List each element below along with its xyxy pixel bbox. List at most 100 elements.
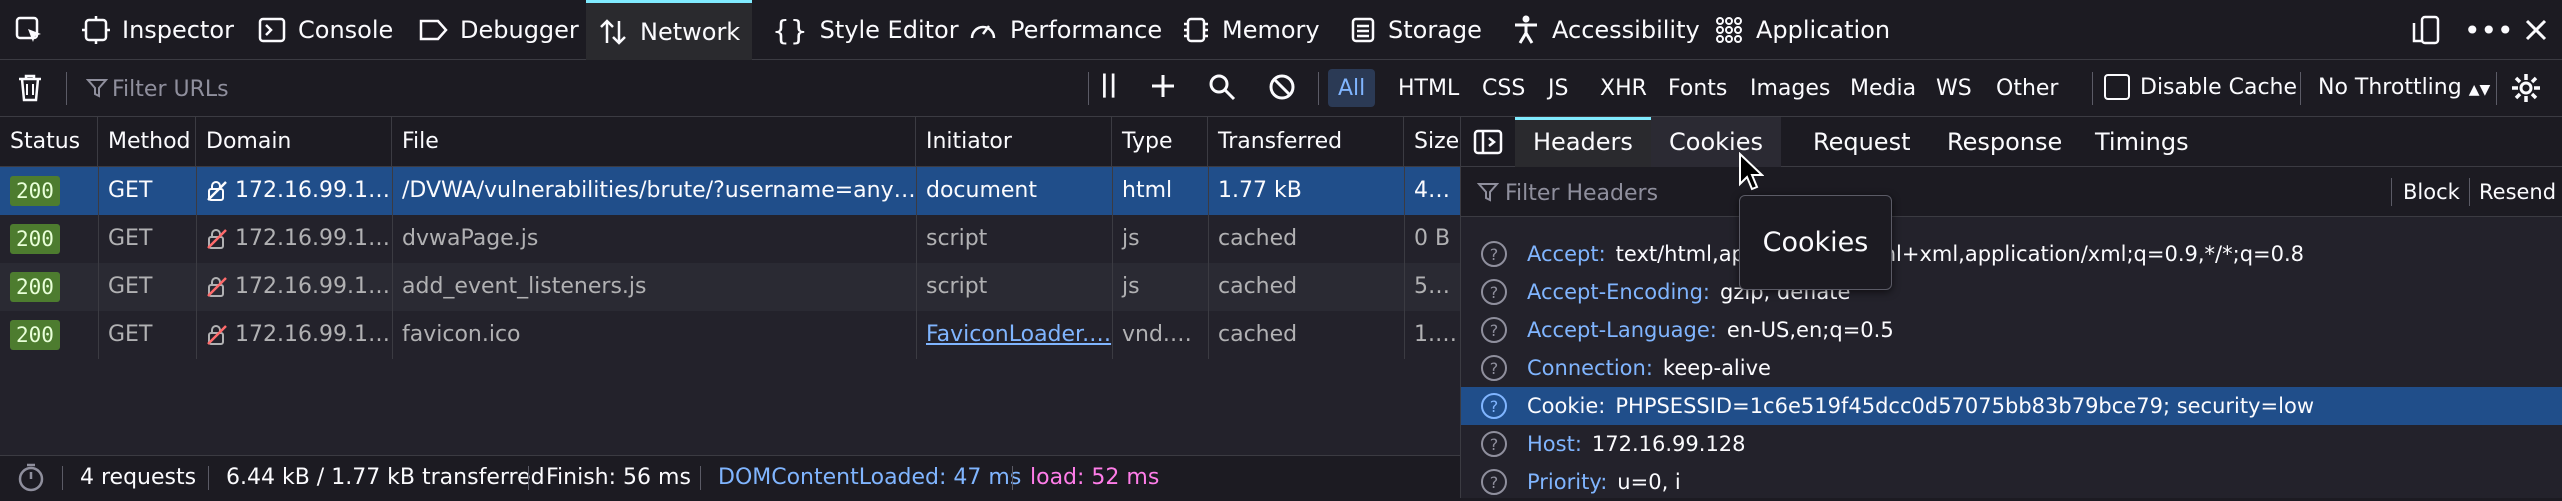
domain-text: 172.16.99.128 bbox=[235, 274, 392, 299]
size-cell: 5… bbox=[1414, 274, 1450, 299]
tab-headers[interactable]: Headers bbox=[1515, 117, 1651, 167]
type-cell: js bbox=[1122, 274, 1140, 299]
plus-icon bbox=[1152, 75, 1174, 97]
tab-memory-label: Memory bbox=[1222, 16, 1320, 44]
type-filter-other[interactable]: Other bbox=[1986, 69, 2068, 107]
more-options-button[interactable]: ••• bbox=[2464, 0, 2514, 60]
pause-button[interactable]: || bbox=[1100, 70, 1118, 98]
help-icon[interactable]: ? bbox=[1481, 355, 1507, 381]
tab-storage[interactable]: Storage bbox=[1350, 0, 1482, 60]
table-row[interactable]: 200 GET 172.16.99.128 add_event_listener… bbox=[0, 263, 1460, 311]
tab-inspector[interactable]: Inspector bbox=[82, 0, 234, 60]
dom-content-loaded-time: DOMContentLoaded: 47 ms bbox=[718, 465, 1022, 490]
type-cell: js bbox=[1122, 226, 1140, 251]
storage-icon bbox=[1351, 17, 1375, 43]
type-filter-css[interactable]: CSS bbox=[1472, 69, 1535, 107]
type-filter-fonts[interactable]: Fonts bbox=[1658, 69, 1737, 107]
initiator-link[interactable]: FaviconLoader.… bbox=[916, 311, 1112, 359]
block-requests-button[interactable] bbox=[1268, 73, 1296, 105]
header-row-selected[interactable]: ? Cookie: PHPSESSID=1c6e519f45dcc0d57075… bbox=[1461, 387, 2562, 425]
type-filter-media[interactable]: Media bbox=[1840, 69, 1926, 107]
tab-console-label: Console bbox=[298, 16, 394, 44]
tab-response[interactable]: Response bbox=[1929, 117, 2080, 167]
tab-network[interactable]: Network bbox=[586, 0, 753, 60]
network-icon bbox=[600, 18, 626, 45]
tab-performance-label: Performance bbox=[1010, 16, 1163, 44]
help-icon[interactable]: ? bbox=[1481, 431, 1507, 457]
add-request-button[interactable] bbox=[1150, 73, 1176, 103]
type-cell: vnd.… bbox=[1122, 322, 1192, 347]
responsive-design-button[interactable] bbox=[2412, 0, 2440, 60]
gear-icon bbox=[2512, 74, 2540, 102]
header-row: ? Connection: keep-alive bbox=[1461, 349, 2562, 387]
cookies-tooltip: Cookies bbox=[1739, 195, 1892, 290]
column-initiator[interactable]: Initiator bbox=[916, 117, 1112, 167]
resend-button[interactable]: Resend bbox=[2479, 175, 2556, 209]
transferred-cell: cached bbox=[1218, 322, 1298, 347]
tab-console[interactable]: Console bbox=[258, 0, 393, 60]
pick-element-button[interactable] bbox=[14, 0, 44, 60]
request-table-header: Status Method Domain File Initiator Type… bbox=[0, 117, 1460, 167]
tab-accessibility[interactable]: Accessibility bbox=[1512, 0, 1700, 60]
responsive-mode-icon bbox=[2412, 15, 2440, 45]
column-status[interactable]: Status bbox=[0, 117, 98, 167]
pick-element-icon bbox=[15, 16, 41, 42]
network-settings-button[interactable] bbox=[2510, 72, 2542, 108]
tab-style-editor-label: Style Editor bbox=[819, 16, 959, 44]
clear-requests-button[interactable] bbox=[16, 73, 44, 107]
disable-cache-checkbox[interactable] bbox=[2104, 74, 2130, 100]
column-size[interactable]: Size bbox=[1404, 117, 1460, 167]
panel-toggle-icon bbox=[1473, 129, 1503, 155]
filter-urls-input[interactable] bbox=[112, 73, 652, 105]
tab-timings[interactable]: Timings bbox=[2077, 117, 2207, 167]
close-devtools-button[interactable] bbox=[2524, 0, 2548, 60]
tab-debugger-label: Debugger bbox=[460, 16, 579, 44]
table-row[interactable]: 200 GET 172.16.99.128 /DVWA/vulnerabilit… bbox=[0, 167, 1460, 215]
column-domain[interactable]: Domain bbox=[196, 117, 392, 167]
throttling-select[interactable]: No Throttling ▲▼ bbox=[2318, 71, 2490, 107]
type-filter-images[interactable]: Images bbox=[1740, 69, 1840, 107]
header-value: en-US,en;q=0.5 bbox=[1726, 318, 1894, 342]
header-name: Connection: bbox=[1527, 356, 1653, 380]
finish-time: Finish: 56 ms bbox=[546, 465, 691, 490]
network-filter-bar: || All HTML CSS JS XHR Fonts Images Medi… bbox=[0, 60, 2562, 117]
type-filter-ws[interactable]: WS bbox=[1926, 69, 1982, 107]
column-method[interactable]: Method bbox=[98, 117, 196, 167]
toggle-sidebar-button[interactable] bbox=[1473, 128, 1503, 160]
header-value: PHPSESSID=1c6e519f45dcc0d57075bb83b79bce… bbox=[1615, 394, 2314, 418]
file-cell: favicon.ico bbox=[402, 322, 521, 347]
type-filter-html[interactable]: HTML bbox=[1388, 69, 1469, 107]
help-icon[interactable]: ? bbox=[1481, 393, 1507, 419]
help-icon[interactable]: ? bbox=[1481, 279, 1507, 305]
filter-icon bbox=[85, 77, 109, 103]
performance-analysis-button[interactable] bbox=[16, 462, 46, 498]
header-row: ? Accept: text/html,application/xhtml+xm… bbox=[1461, 235, 2562, 273]
search-icon bbox=[1209, 74, 1236, 101]
column-file[interactable]: File bbox=[392, 117, 916, 167]
tab-application[interactable]: Application bbox=[1714, 0, 1890, 60]
insecure-lock-icon bbox=[207, 181, 227, 201]
initiator-cell: script bbox=[926, 274, 988, 299]
table-row[interactable]: 200 GET 172.16.99.128 dvwaPage.js script… bbox=[0, 215, 1460, 263]
column-transferred[interactable]: Transferred bbox=[1208, 117, 1404, 167]
type-cell: html bbox=[1122, 178, 1173, 203]
search-button[interactable] bbox=[1208, 73, 1236, 105]
help-icon[interactable]: ? bbox=[1481, 317, 1507, 343]
debugger-icon bbox=[419, 19, 448, 41]
tab-performance[interactable]: Performance bbox=[968, 0, 1162, 60]
help-icon[interactable]: ? bbox=[1481, 469, 1507, 495]
table-row[interactable]: 200 GET 172.16.99.128 favicon.ico Favico… bbox=[0, 311, 1460, 359]
block-button[interactable]: Block bbox=[2403, 175, 2460, 209]
tab-debugger[interactable]: Debugger bbox=[418, 0, 579, 60]
braces-icon: {} bbox=[772, 13, 808, 47]
type-filter-xhr[interactable]: XHR bbox=[1590, 69, 1657, 107]
tab-request[interactable]: Request bbox=[1795, 117, 1929, 167]
type-filter-all[interactable]: All bbox=[1328, 69, 1376, 107]
filter-headers-icon bbox=[1476, 181, 1500, 207]
tab-style-editor[interactable]: {} Style Editor bbox=[772, 0, 959, 60]
tab-memory[interactable]: Memory bbox=[1182, 0, 1320, 60]
tab-accessibility-label: Accessibility bbox=[1552, 16, 1700, 44]
type-filter-js[interactable]: JS bbox=[1538, 69, 1578, 107]
help-icon[interactable]: ? bbox=[1481, 241, 1507, 267]
column-type[interactable]: Type bbox=[1112, 117, 1208, 167]
